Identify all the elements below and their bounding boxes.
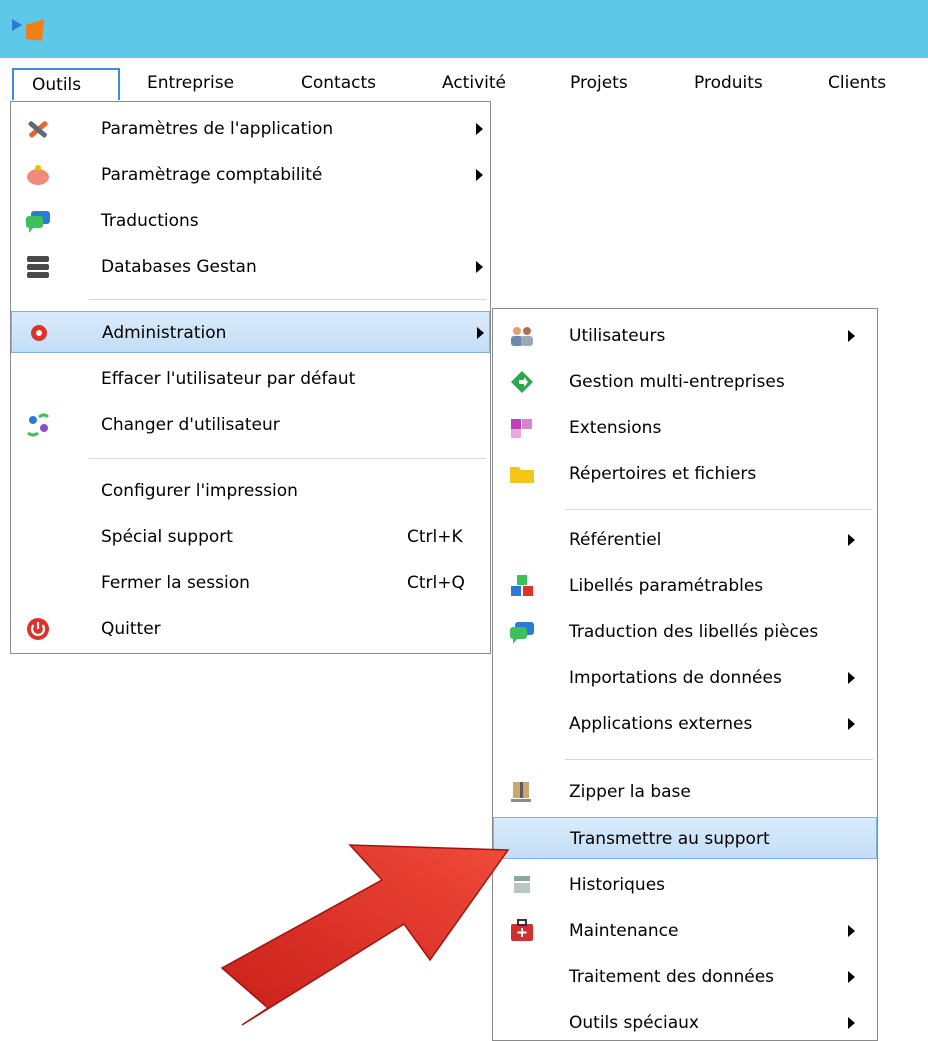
- menu-item-label: Zipper la base: [569, 782, 691, 802]
- menu-item-traduction-libelles-pieces[interactable]: Traduction des libellés pièces: [493, 611, 877, 653]
- menu-item-label: Importations de données: [569, 668, 782, 688]
- database-icon: [27, 256, 49, 278]
- menu-item-configurer-impression[interactable]: Configurer l'impression: [11, 470, 490, 512]
- menu-item-label: Quitter: [101, 619, 161, 639]
- menu-item-label: Paramètres de l'application: [101, 119, 334, 139]
- menu-item-label: Spécial support: [101, 527, 233, 547]
- power-icon: [27, 618, 49, 640]
- menu-item-label: Configurer l'impression: [101, 481, 298, 501]
- menu-item-transmettre-support[interactable]: Transmettre au support: [493, 817, 877, 859]
- menu-clients[interactable]: Clients: [828, 68, 886, 100]
- menu-item-label: Utilisateurs: [569, 326, 666, 346]
- menu-contacts[interactable]: Contacts: [301, 68, 376, 100]
- menu-produits[interactable]: Produits: [694, 68, 763, 100]
- puzzle-icon: [511, 419, 532, 438]
- menu-item-label: Répertoires et fichiers: [569, 464, 757, 484]
- menu-item-utilisateurs[interactable]: Utilisateurs: [493, 315, 877, 357]
- menu-item-label: Transmettre au support: [570, 829, 770, 849]
- menu-item-changer-utilisateur[interactable]: Changer d'utilisateur: [11, 404, 490, 446]
- piggy-bank-icon: [27, 165, 49, 185]
- menu-item-label: Référentiel: [569, 530, 662, 550]
- submenu-arrow-icon: [848, 971, 855, 983]
- menu-item-label: Fermer la session: [101, 573, 250, 593]
- menu-item-special-support[interactable]: Spécial support Ctrl+K: [11, 516, 490, 558]
- menu-item-outils-speciaux[interactable]: Outils spéciaux: [493, 1002, 877, 1041]
- menu-outils[interactable]: Outils: [12, 68, 120, 100]
- outils-dropdown: Paramètres de l'application Paramètrage …: [10, 101, 491, 654]
- app-logo-icon: [12, 19, 44, 41]
- zip-archive-icon: [511, 782, 531, 802]
- gear-icon: [31, 325, 47, 341]
- users-icon: [511, 327, 533, 346]
- menu-item-label: Traduction des libellés pièces: [569, 622, 819, 642]
- administration-submenu: Utilisateurs Gestion multi-entreprises E…: [492, 308, 878, 1041]
- menu-item-traitement-donnees[interactable]: Traitement des données: [493, 956, 877, 998]
- chat-bubbles-icon: [26, 211, 50, 233]
- switch-user-icon: [27, 413, 50, 437]
- menu-item-label: Administration: [102, 323, 227, 343]
- menu-bar: Outils Entreprise Contacts Activité Proj…: [0, 58, 928, 102]
- menu-projets[interactable]: Projets: [570, 68, 628, 100]
- menu-separator: [89, 458, 486, 459]
- menu-item-extensions[interactable]: Extensions: [493, 407, 877, 449]
- menu-item-fermer-session[interactable]: Fermer la session Ctrl+Q: [11, 562, 490, 604]
- menu-item-label: Traitement des données: [569, 967, 775, 987]
- tools-icon: [28, 121, 48, 138]
- submenu-arrow-icon: [476, 123, 483, 135]
- menu-item-databases-gestan[interactable]: Databases Gestan: [11, 246, 490, 288]
- submenu-arrow-icon: [848, 672, 855, 684]
- menu-item-label: Extensions: [569, 418, 662, 438]
- menu-item-parametres-application[interactable]: Paramètres de l'application: [11, 108, 490, 150]
- menu-item-label: Effacer l'utilisateur par défaut: [101, 369, 356, 389]
- diamond-arrow-icon: [511, 371, 533, 393]
- menu-item-label: Databases Gestan: [101, 257, 257, 277]
- menu-item-historiques[interactable]: Historiques: [493, 864, 877, 906]
- menu-item-label: Gestion multi-entreprises: [569, 372, 785, 392]
- shortcut-label: Ctrl+K: [407, 527, 463, 547]
- menu-item-maintenance[interactable]: Maintenance: [493, 910, 877, 952]
- submenu-arrow-icon: [848, 330, 855, 342]
- submenu-arrow-icon: [476, 261, 483, 273]
- submenu-arrow-icon: [848, 534, 855, 546]
- menu-item-label: Maintenance: [569, 921, 679, 941]
- submenu-arrow-icon: [477, 327, 484, 339]
- menu-item-administration[interactable]: Administration: [11, 311, 490, 353]
- shortcut-label: Ctrl+Q: [407, 573, 465, 593]
- menu-item-parametrage-comptabilite[interactable]: Paramètrage comptabilité: [11, 154, 490, 196]
- menu-separator: [89, 299, 486, 300]
- submenu-arrow-icon: [476, 169, 483, 181]
- menu-item-label: Libellés paramétrables: [569, 576, 764, 596]
- menu-item-label: Traductions: [101, 211, 199, 231]
- menu-item-label: Applications externes: [569, 714, 753, 734]
- menu-item-referentiel[interactable]: Référentiel: [493, 519, 877, 561]
- menu-item-label: Historiques: [569, 875, 666, 895]
- menu-item-label: Outils spéciaux: [569, 1013, 699, 1033]
- folder-icon: [510, 467, 534, 483]
- menu-item-label: Paramètrage comptabilité: [101, 165, 323, 185]
- menu-item-zipper-base[interactable]: Zipper la base: [493, 771, 877, 813]
- menu-separator: [565, 759, 873, 760]
- menu-separator: [565, 509, 873, 510]
- submenu-arrow-icon: [848, 718, 855, 730]
- menu-item-libelles-parametrables[interactable]: Libellés paramétrables: [493, 565, 877, 607]
- menu-item-applications-externes[interactable]: Applications externes: [493, 703, 877, 745]
- menu-item-gestion-multi-entreprises[interactable]: Gestion multi-entreprises: [493, 361, 877, 403]
- menu-item-label: Changer d'utilisateur: [101, 415, 280, 435]
- submenu-arrow-icon: [848, 1017, 855, 1029]
- menu-item-quitter[interactable]: Quitter: [11, 608, 490, 650]
- menu-item-importations-donnees[interactable]: Importations de données: [493, 657, 877, 699]
- title-bar: [0, 0, 928, 58]
- menu-item-traductions[interactable]: Traductions: [11, 200, 490, 242]
- submenu-arrow-icon: [848, 925, 855, 937]
- menu-activite[interactable]: Activité: [442, 68, 506, 100]
- chat-bubbles-icon: [510, 622, 534, 644]
- menu-item-repertoires-fichiers[interactable]: Répertoires et fichiers: [493, 453, 877, 495]
- archive-box-icon: [514, 876, 530, 893]
- first-aid-kit-icon: [511, 919, 533, 941]
- abc-blocks-icon: [511, 575, 533, 596]
- menu-entreprise[interactable]: Entreprise: [147, 68, 234, 100]
- menu-item-effacer-utilisateur[interactable]: Effacer l'utilisateur par défaut: [11, 358, 490, 400]
